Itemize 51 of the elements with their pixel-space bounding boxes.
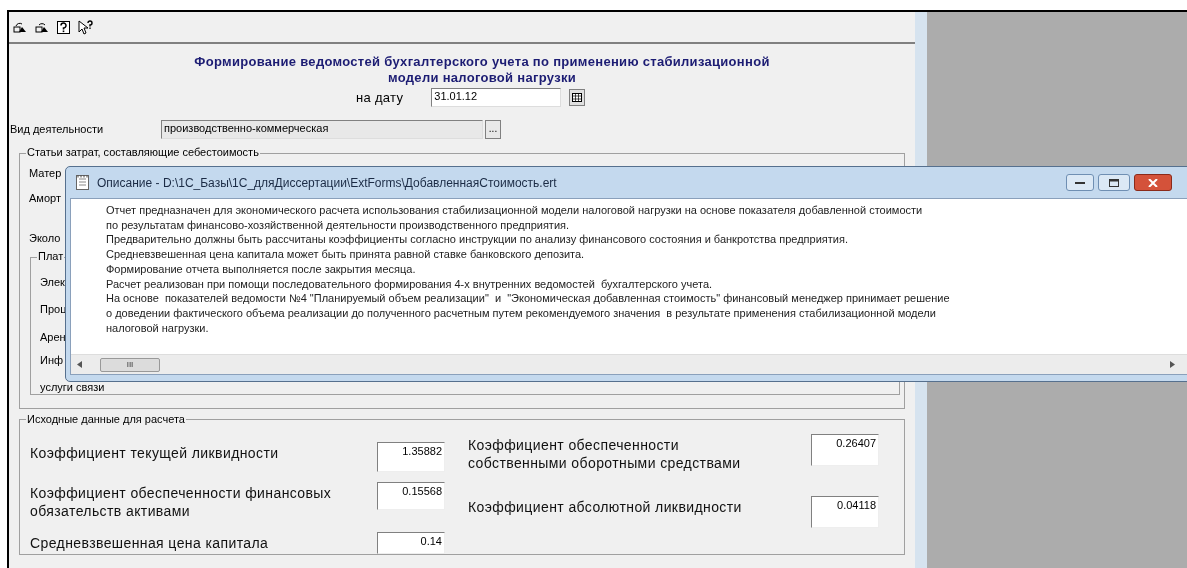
form-title: модели налоговой нагрузки [388, 70, 576, 86]
activity-field[interactable]: производственно-коммерческая [161, 119, 483, 139]
scroll-right-icon[interactable] [1170, 361, 1175, 368]
field-label: услуги связи [40, 380, 105, 394]
close-icon [1148, 178, 1158, 187]
help-icon[interactable] [57, 20, 70, 34]
field-label: Инф [40, 353, 64, 367]
description-line: налоговой нагрузки. [106, 320, 210, 336]
description-line: Расчет реализован при помощи последовательного формирования 4-х внутренних ведомостей бухгалтерского учета. [106, 276, 714, 292]
date-field[interactable]: 31.01.12 [431, 88, 562, 108]
context-help-icon[interactable] [78, 19, 94, 35]
horizontal-scrollbar[interactable]: III [71, 354, 1187, 374]
maximize-icon [1109, 178, 1119, 187]
maximize-button[interactable] [1098, 174, 1130, 191]
field-label: Коэффициент абсолютной ликвидности [468, 497, 743, 516]
dialog-title: Описание - D:\1С_Базы\1С_дляДиссертации\ExtForms\ДобавленнаяСтоимость.ert [97, 174, 557, 192]
calendar-icon [572, 93, 583, 103]
description-line: Предварительно должны быть рассчитаны коэффициенты согласно инструкции по анализу финансового состояния и банкротства предприятия. [106, 232, 849, 248]
field-label: Коэффициент обеспеченности собственными оборотными средствами [468, 435, 742, 472]
form-title: Формирование ведомостей бухгалтерского учета по применению стабилизационной [194, 54, 770, 70]
calendar-button[interactable] [569, 89, 586, 107]
field-label: Коэффициент текущей ликвидности [30, 443, 280, 462]
number-field[interactable]: 0.15568 [377, 481, 445, 510]
activity-label: Вид деятельности [9, 121, 105, 137]
number-field[interactable]: 0.04118 [811, 495, 879, 528]
minimize-button[interactable] [1066, 174, 1094, 191]
undo-icon[interactable] [13, 21, 27, 33]
scroll-left-icon[interactable] [77, 361, 82, 368]
field-label: Средневзвешенная цена капитала [30, 533, 270, 552]
description-line: по результатам финансово-хозяйственной деятельности производственного предприятия. [106, 217, 571, 233]
number-field[interactable]: 1.35882 [377, 441, 445, 472]
date-label: на дату [356, 89, 404, 107]
number-field[interactable]: 0.14 [377, 531, 445, 554]
field-label: Арен [40, 330, 66, 344]
select-button[interactable]: ... [485, 119, 501, 139]
description-line: На основе показателей ведомости №4 "Планируемый объем реализации" и "Экономическая добавленная стоимость" финансовый менеджер принимает решение [106, 291, 951, 306]
description-line: Средневзвешенная цена капитала может быть принята равной ставке банковского депозита. [106, 247, 586, 262]
group-legend: Статьи затрат, составляющие себестоимость [26, 144, 260, 159]
field-label: Элек [40, 275, 65, 289]
description-line: о доведении фактического объема реализации до полученного расчетным путем рекомендуемого значения в результате применения стабилизационной модели [106, 305, 937, 321]
field-label: Матер [29, 165, 62, 180]
number-field[interactable]: 0.26407 [811, 433, 879, 466]
close-button[interactable] [1134, 174, 1172, 191]
field-label: Коэффициент обеспеченности финансовых обязательств активами [30, 483, 333, 520]
document-icon [76, 175, 89, 190]
field-label: Аморт [29, 190, 61, 205]
redo-icon[interactable] [35, 21, 49, 33]
description-line: Отчет предназначен для экономического расчета использования стабилизационной модели налоговой нагрузки на основе показателя добавленной стоимости [106, 203, 924, 218]
scroll-thumb[interactable]: III [100, 357, 160, 372]
field-label: Эколо [29, 230, 61, 245]
description-line: Формирование отчета выполняется после закрытия месяца. [106, 261, 417, 277]
